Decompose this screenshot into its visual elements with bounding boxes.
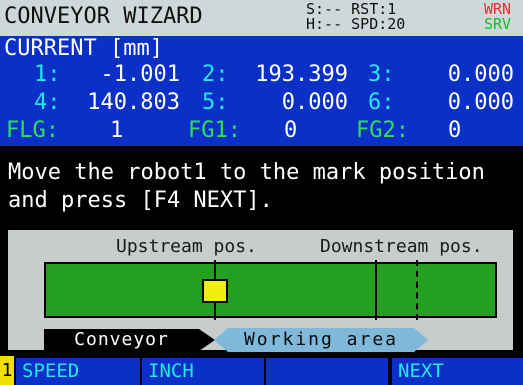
status-block: S:-- RST:1 H:-- SPD:20 <box>306 2 456 32</box>
axis-3-label: 3: <box>368 62 395 87</box>
axis-4-label: 4: <box>34 90 61 115</box>
servo-badge: SRV <box>484 15 512 33</box>
instruction-message: Move the robot1 to the mark position and… <box>0 146 523 226</box>
working-area-left-arrow-icon <box>214 328 228 352</box>
upstream-label: Upstream pos. <box>116 236 257 257</box>
message-line-2: and press [F4 NEXT]. <box>8 188 273 213</box>
downstream-marker-line <box>416 260 418 320</box>
flg-value: 1 <box>110 118 124 143</box>
message-line-1: Move the robot1 to the mark position <box>8 160 485 185</box>
conveyor-belt <box>44 262 497 318</box>
fg2-value: 0 <box>448 118 462 143</box>
divider-line <box>375 260 377 320</box>
pendant-screen: CONVEYOR WIZARD S:-- RST:1 H:-- SPD:20 W… <box>0 0 523 385</box>
working-area-right-arrow-icon <box>414 328 428 352</box>
status-badges: WRN SRV <box>484 2 511 32</box>
downstream-label: Downstream pos. <box>320 236 483 257</box>
f2-inch-button[interactable]: INCH <box>142 358 264 385</box>
current-header: CURRENT [mm] <box>4 36 163 61</box>
conveyor-direction-arrow-icon <box>199 329 215 351</box>
working-area-label: Working area <box>228 328 414 352</box>
axis-4-value: 140.803 <box>87 90 180 115</box>
f3-button[interactable] <box>266 358 388 385</box>
axis-5-label: 5: <box>202 90 229 115</box>
axis-2-value: 193.399 <box>255 62 348 87</box>
window-title: CONVEYOR WIZARD <box>4 4 203 29</box>
fg1-label: FG1: <box>188 118 241 143</box>
conveyor-label: Conveyor <box>44 329 199 351</box>
axis-6-label: 6: <box>368 90 395 115</box>
current-position-panel: CURRENT [mm] 1: -1.001 2: 193.399 3: 0.0… <box>0 36 523 146</box>
axis-5-value: 0.000 <box>281 90 348 115</box>
axis-2-label: 2: <box>202 62 229 87</box>
function-page-number: 1 <box>0 356 14 385</box>
fg1-value: 0 <box>284 118 298 143</box>
flg-label: FLG: <box>6 118 59 143</box>
fg2-label: FG2: <box>356 118 409 143</box>
f1-speed-button[interactable]: SPEED <box>16 358 140 385</box>
axis-1-value: -1.001 <box>100 62 180 87</box>
status-line-2: H:-- SPD:20 <box>306 15 406 33</box>
axis-1-label: 1: <box>34 62 61 87</box>
f4-next-button[interactable]: NEXT <box>392 358 523 385</box>
title-bar: CONVEYOR WIZARD S:-- RST:1 H:-- SPD:20 W… <box>0 0 523 36</box>
axis-6-value: 0.000 <box>447 90 514 115</box>
robot-mark-square <box>202 279 228 303</box>
axis-3-value: 0.000 <box>447 62 514 87</box>
